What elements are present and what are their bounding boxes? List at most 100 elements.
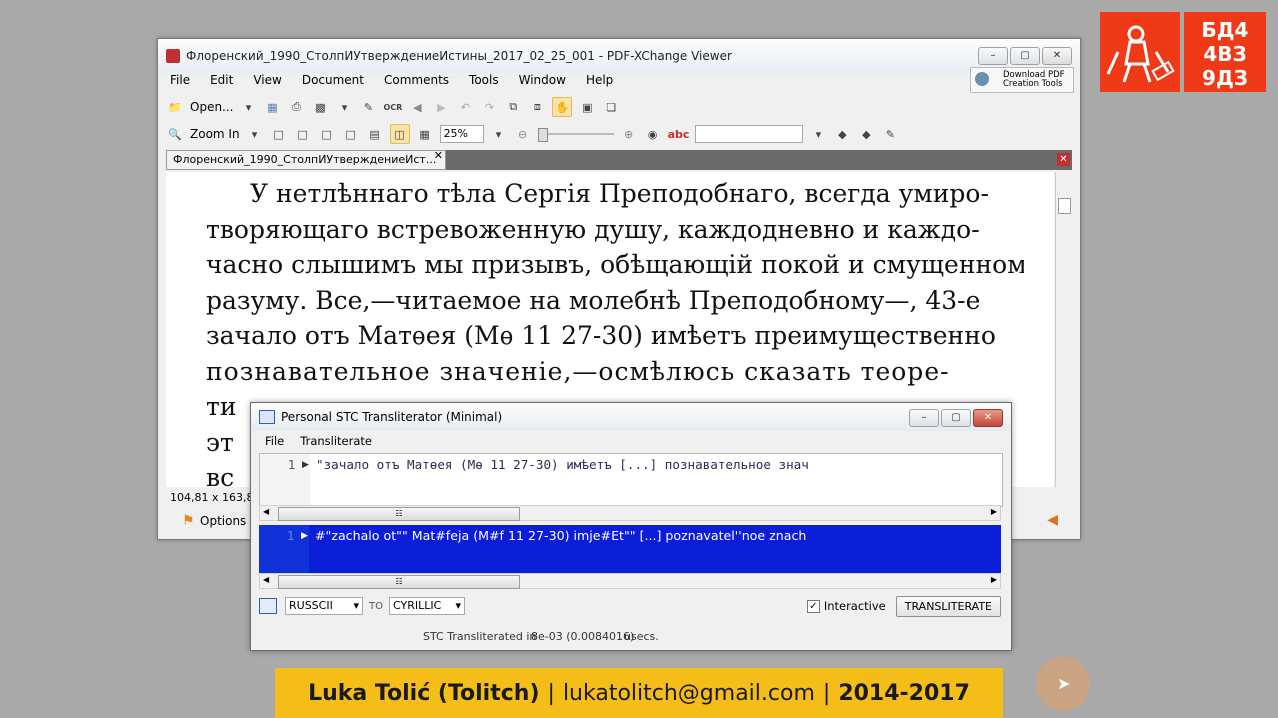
input-editor[interactable]: 1 ▶ "зачало отъ Матѳея (Мѳ 11 27-30) имѣ… <box>259 453 1003 507</box>
fit-page-icon[interactable]: □ <box>294 125 312 143</box>
zoom-level-input[interactable]: 25% <box>439 125 484 143</box>
main-toolbar: 📁 Open... ▾ ▦ ⎙ ▩ ▾ ✎ OCR ◀ ▶ ↶ ↷ ⧉ ⧈ ✋ … <box>158 94 1080 120</box>
minimize-button[interactable]: – <box>978 47 1008 65</box>
to-encoding-select[interactable]: CYRILLIC ▾ <box>388 597 465 615</box>
chevron-down-icon[interactable]: ▾ <box>246 125 264 143</box>
input-scroll-thumb[interactable]: ☷ <box>278 507 520 521</box>
menu-file[interactable]: File <box>170 73 190 87</box>
stc-minimize-button[interactable]: – <box>909 409 939 427</box>
zoom-slider[interactable] <box>537 128 614 142</box>
select-text-icon[interactable]: ❏ <box>602 98 620 116</box>
status-text: STC Transliterated in <box>423 630 537 643</box>
find-next-icon[interactable]: ◆ <box>857 125 875 143</box>
author-banner: Luka Tolić (Tolitch) | lukatolitch@gmail… <box>275 668 1003 718</box>
highlight-icon[interactable]: ✎ <box>881 125 899 143</box>
output-horizontal-scrollbar[interactable]: ◀ ☷ ▶ <box>259 573 1001 589</box>
menu-window[interactable]: Window <box>519 73 566 87</box>
scroll-right-icon[interactable]: ▶ <box>991 575 997 584</box>
paste-icon[interactable]: ⧈ <box>528 98 546 116</box>
stc-menu-transliterate[interactable]: Transliterate <box>300 434 372 448</box>
download-label-line2: Creation Tools <box>1003 79 1063 89</box>
zoom-out-icon[interactable]: ⊖ <box>514 125 532 143</box>
menu-edit[interactable]: Edit <box>210 73 233 87</box>
vertical-scrollbar[interactable] <box>1055 172 1072 487</box>
menu-tools[interactable]: Tools <box>469 73 499 87</box>
interactive-checkbox[interactable]: ✓ <box>806 599 820 613</box>
spellcheck-icon[interactable]: abc <box>668 125 690 143</box>
fit-width-icon[interactable]: □ <box>318 125 336 143</box>
facing-icon[interactable]: ▦ <box>416 125 434 143</box>
close-button[interactable]: ✕ <box>1042 47 1072 65</box>
nav-tool-icon[interactable]: ◀ <box>1047 512 1058 528</box>
output-editor[interactable]: 1 ▶ #"zachalo ot"" Mat#feja (M#f 11 27-3… <box>259 525 1001 573</box>
hand-tool-icon[interactable]: ✋ <box>552 97 573 117</box>
snapshot-icon[interactable]: ▣ <box>578 98 596 116</box>
binoculars-icon[interactable]: ◉ <box>644 125 662 143</box>
two-page-icon[interactable]: ◫ <box>389 124 410 144</box>
flag-icon: ⚑ <box>182 513 195 529</box>
stc-maximize-button[interactable]: ▢ <box>941 409 971 427</box>
author-email: lukatolitch@gmail.com <box>562 680 815 706</box>
scroll-left-icon[interactable]: ◀ <box>263 507 269 516</box>
zoom-in-icon[interactable]: 🔍 <box>166 125 184 143</box>
menu-help[interactable]: Help <box>586 73 613 87</box>
zoom-plus-icon[interactable]: ⊕ <box>620 125 638 143</box>
undo-icon[interactable]: ↶ <box>456 98 474 116</box>
status-value: 8e-03 (0.0084016) <box>531 630 635 643</box>
chevron-down-icon[interactable]: ▾ <box>490 125 508 143</box>
input-horizontal-scrollbar[interactable]: ◀ ☷ ▶ <box>259 505 1001 521</box>
bd-text-logo: БД4 4ВЗ 9ДЗ <box>1184 12 1266 92</box>
menu-view[interactable]: View <box>253 73 281 87</box>
to-encoding-value: CYRILLIC <box>392 599 442 612</box>
actual-size-icon[interactable]: □ <box>270 125 288 143</box>
input-text[interactable]: "зачало отъ Матѳея (Мѳ 11 27-30) имѣетъ … <box>316 457 809 472</box>
zoom-toolbar: 🔍 Zoom In ▾ □ □ □ □ ▤ ◫ ▦ 25% ▾ ⊖ ⊕ ◉ ab… <box>158 121 1080 147</box>
search-field[interactable] <box>695 125 804 143</box>
transliterator-window: Personal STC Transliterator (Minimal) – … <box>250 402 1012 651</box>
stamp-icon[interactable]: ✎ <box>360 98 378 116</box>
back-icon[interactable]: ◀ <box>408 98 426 116</box>
continuous-icon[interactable]: ▤ <box>366 125 384 143</box>
find-prev-icon[interactable]: ◆ <box>833 125 851 143</box>
download-pdf-tools-button[interactable]: Download PDF Creation Tools <box>970 67 1074 93</box>
stc-menu-bar: File Transliterate <box>251 431 1011 451</box>
folder-open-icon[interactable]: 📁 <box>166 98 184 116</box>
doc-line-4: разуму. Все,—читаемое на молебнѣ Преподо… <box>206 285 981 315</box>
zoom-in-button[interactable]: Zoom In <box>190 127 240 141</box>
scan-icon[interactable]: ▩ <box>312 98 330 116</box>
chevron-down-icon[interactable]: ▾ <box>240 98 258 116</box>
ocr-button[interactable]: OCR <box>384 98 403 116</box>
chevron-down-icon[interactable]: ▾ <box>336 98 354 116</box>
output-text[interactable]: #"zachalo ot"" Mat#feja (M#f 11 27-30) i… <box>315 528 806 543</box>
from-encoding-select[interactable]: RUSSCII ▾ <box>285 597 363 615</box>
copy-icon[interactable]: ⧉ <box>504 98 522 116</box>
page-dimensions: 104,81 x 163,83 <box>170 491 261 504</box>
zoom-slider-thumb[interactable] <box>537 128 548 142</box>
forward-icon[interactable]: ▶ <box>432 98 450 116</box>
output-scroll-thumb[interactable]: ☷ <box>278 575 520 589</box>
single-page-icon[interactable]: □ <box>342 125 360 143</box>
redo-icon[interactable]: ↷ <box>480 98 498 116</box>
keyboard-table-icon[interactable] <box>259 598 277 614</box>
menu-comments[interactable]: Comments <box>384 73 449 87</box>
tab-close-icon[interactable]: ✕ <box>434 147 443 165</box>
save-icon[interactable]: ▦ <box>264 98 282 116</box>
globe-icon <box>975 72 989 86</box>
stc-menu-file[interactable]: File <box>265 434 284 448</box>
maximize-button[interactable]: ▢ <box>1010 47 1040 65</box>
chevron-down-icon[interactable]: ▾ <box>809 125 827 143</box>
doc-line-1: У нетлѣннаго тѣла Сергія Преподобнаго, в… <box>250 179 989 208</box>
scroll-right-icon[interactable]: ▶ <box>991 507 997 516</box>
transliterate-button[interactable]: TRANSLITERATE <box>895 595 1001 617</box>
scroll-left-icon[interactable]: ◀ <box>263 575 269 584</box>
pdf-menu-bar: File Edit View Document Comments Tools W… <box>158 69 1080 91</box>
menu-document[interactable]: Document <box>302 73 364 87</box>
vertical-scroll-thumb[interactable] <box>1058 198 1071 214</box>
stc-close-button[interactable]: ✕ <box>973 409 1003 427</box>
document-tab[interactable]: Флоренский_1990_СтолпИУтверждениеИст... … <box>166 147 446 170</box>
print-icon[interactable]: ⎙ <box>288 98 306 116</box>
options-button[interactable]: Options <box>200 514 246 528</box>
close-document-icon[interactable]: ✕ <box>1057 153 1070 166</box>
stc-title-bar: Personal STC Transliterator (Minimal) – … <box>251 403 1011 431</box>
open-button[interactable]: Open... <box>190 100 234 114</box>
